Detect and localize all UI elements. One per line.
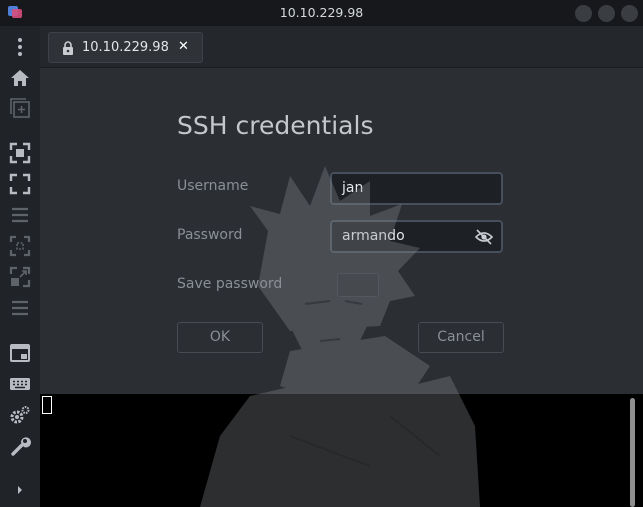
expand-icon[interactable] xyxy=(9,479,31,501)
terminal-scrollbar[interactable] xyxy=(630,398,635,507)
terminal-pane[interactable] xyxy=(40,394,643,507)
fit-screen-icon[interactable] xyxy=(9,142,31,164)
window-title: 10.10.229.98 xyxy=(279,5,364,20)
more-menu-icon[interactable] xyxy=(9,36,31,58)
tab-session[interactable]: 10.10.229.98 ✕ xyxy=(48,32,203,63)
menu-icon[interactable] xyxy=(9,204,31,226)
scale-icon[interactable] xyxy=(9,235,31,257)
left-toolbar xyxy=(0,26,40,507)
settings-icon[interactable] xyxy=(9,404,31,426)
tools-icon[interactable] xyxy=(9,435,31,457)
cancel-button[interactable]: Cancel xyxy=(418,322,504,353)
close-tab-icon[interactable]: ✕ xyxy=(178,39,189,54)
save-password-label: Save password xyxy=(177,276,283,292)
tab-label: 10.10.229.98 xyxy=(82,40,169,55)
username-value: jan xyxy=(342,180,364,196)
main-area: 10.10.229.98 ✕ SSH credentials Username … xyxy=(40,26,643,507)
username-field[interactable]: jan xyxy=(330,172,503,205)
save-password-toggle[interactable] xyxy=(337,273,379,297)
title-bar: 10.10.229.98 xyxy=(0,0,643,26)
password-value: armando xyxy=(342,228,405,244)
tab-bar: 10.10.229.98 ✕ xyxy=(40,26,643,68)
password-label: Password xyxy=(177,227,243,243)
username-label: Username xyxy=(177,178,249,194)
lock-icon xyxy=(63,41,73,55)
resize-icon[interactable] xyxy=(9,266,31,288)
minimize-button[interactable] xyxy=(575,5,592,22)
new-tab-icon[interactable] xyxy=(9,97,31,119)
ssh-credentials-dialog: SSH credentials Username jan Password ar… xyxy=(40,69,643,394)
keyboard-icon[interactable] xyxy=(9,373,31,395)
ok-button[interactable]: OK xyxy=(177,322,263,353)
hide-password-icon[interactable] xyxy=(475,229,493,245)
home-icon[interactable] xyxy=(9,67,31,89)
terminal-cursor xyxy=(42,396,52,414)
fullscreen-icon[interactable] xyxy=(9,173,31,195)
close-window-button[interactable] xyxy=(621,5,638,22)
dialog-title: SSH credentials xyxy=(177,111,374,140)
window-icon[interactable] xyxy=(9,342,31,364)
maximize-button[interactable] xyxy=(598,5,615,22)
list-icon[interactable] xyxy=(9,297,31,319)
password-field[interactable]: armando xyxy=(330,220,503,253)
